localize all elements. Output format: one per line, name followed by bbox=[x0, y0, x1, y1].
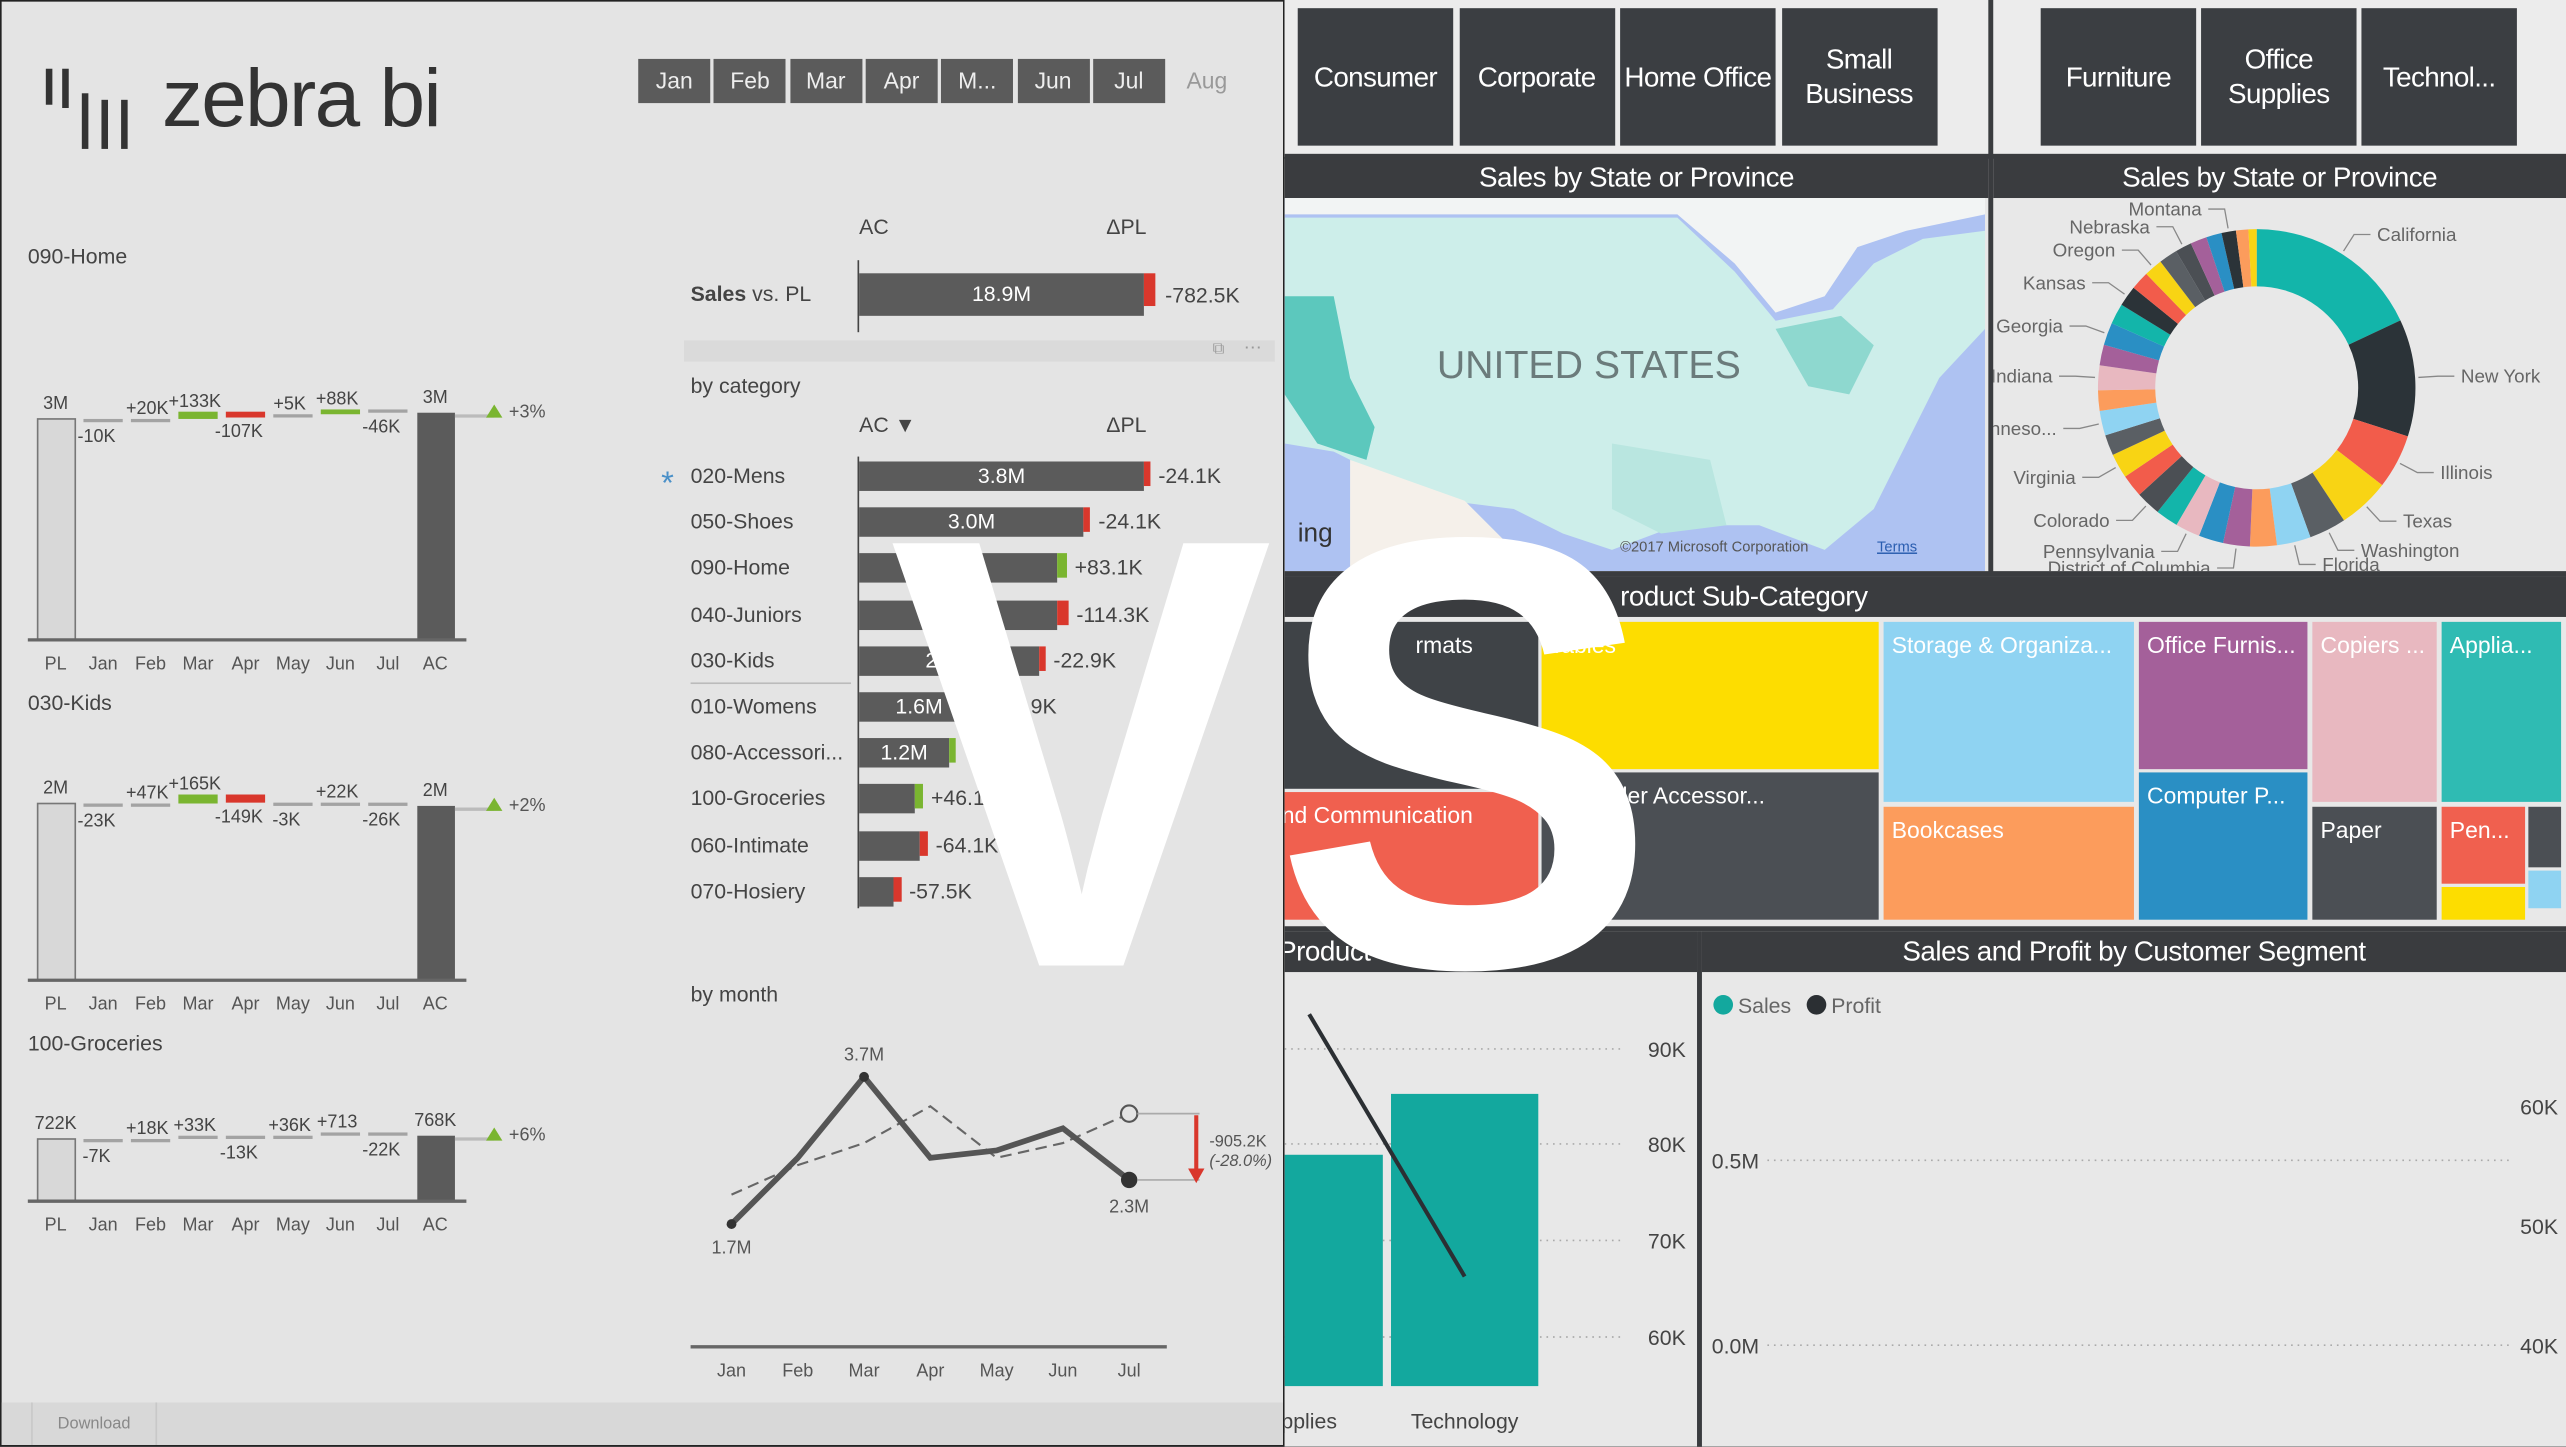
vs-text: VS bbox=[889, 411, 1658, 1097]
vs-overlay: VS bbox=[889, 411, 1658, 1097]
comparison-screenshot: zebra bi Jan Feb Mar Apr M... Jun Jul Aug AC Δ… bbox=[0, 0, 2566, 1447]
